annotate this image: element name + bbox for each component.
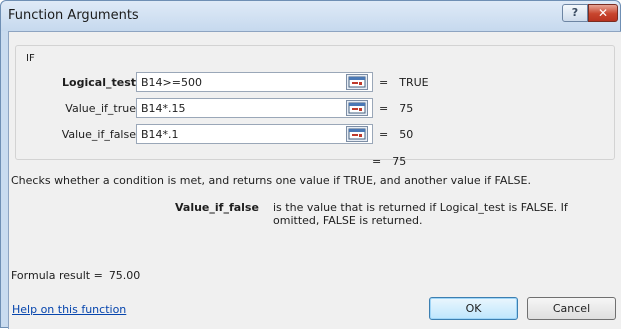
value-if-true-label: Value_if_true: [65, 102, 136, 115]
help-button[interactable]: ?: [562, 4, 588, 22]
question-mark-icon: ?: [571, 6, 579, 19]
arg-help-name: Value_if_false: [175, 201, 259, 214]
title-bar[interactable]: Function Arguments ? ✕: [1, 1, 620, 31]
formula-result-value: 75.00: [108, 269, 141, 282]
formula-result: Formula result = 75.00: [11, 269, 140, 282]
ok-button[interactable]: OK: [429, 297, 518, 320]
value-if-false-result: = 50: [379, 128, 414, 141]
function-arguments-dialog: Function Arguments ? ✕ IF Logical_test =…: [0, 0, 621, 329]
arg-help-text: is the value that is returned if Logical…: [273, 201, 568, 227]
logical-test-collapse-button[interactable]: [346, 74, 368, 90]
help-on-function-link[interactable]: Help on this function: [12, 303, 126, 316]
value-if-true-input[interactable]: [136, 98, 373, 118]
collapse-dialog-icon: [348, 128, 366, 140]
function-description: Checks whether a condition is met, and r…: [11, 174, 531, 187]
logical-test-label: Logical_test: [62, 76, 136, 89]
logical-test-result: = TRUE: [379, 76, 429, 89]
collapse-dialog-icon: [348, 76, 366, 88]
function-args-group: IF Logical_test =TRUE Value_if_true: [15, 45, 615, 160]
value-if-false-label: Value_if_false: [61, 128, 136, 141]
value-if-true-result: = 75: [379, 102, 414, 115]
dialog-body: IF Logical_test =TRUE Value_if_true: [8, 31, 621, 329]
dialog-title: Function Arguments: [8, 8, 139, 23]
formula-result-label: Formula result =: [11, 269, 103, 282]
value-if-false-collapse-button[interactable]: [346, 126, 368, 142]
collapse-dialog-icon: [348, 102, 366, 114]
function-name: IF: [24, 53, 37, 64]
close-icon: ✕: [597, 6, 609, 20]
cancel-button[interactable]: Cancel: [527, 297, 616, 320]
value-if-true-collapse-button[interactable]: [346, 100, 368, 116]
function-result: = 75: [372, 155, 407, 168]
value-if-false-input[interactable]: [136, 124, 373, 144]
logical-test-input[interactable]: [136, 72, 373, 92]
close-button[interactable]: ✕: [588, 4, 618, 22]
